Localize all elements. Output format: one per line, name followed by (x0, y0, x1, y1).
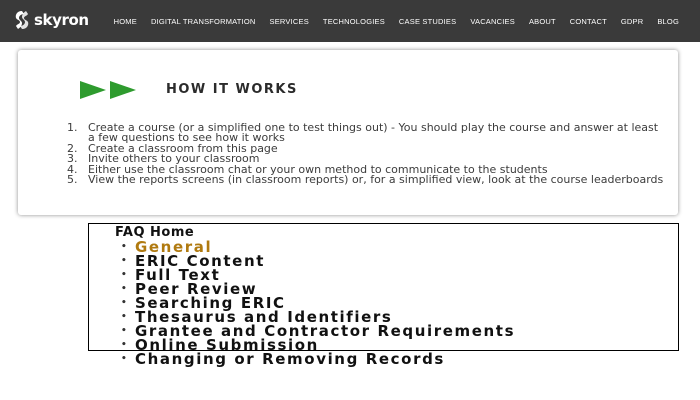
arrow-right-icon (110, 81, 136, 99)
nav-case-studies[interactable]: CASE STUDIES (399, 17, 456, 26)
faq-panel: FAQ Home General ERIC Content Full Text … (115, 226, 605, 367)
how-it-works-title: HOW IT WORKS (166, 82, 298, 97)
step-item: 5. View the reports screens (in classroo… (67, 173, 667, 187)
nav-technologies[interactable]: TECHNOLOGIES (323, 17, 385, 26)
main-nav: HOME DIGITAL TRANSFORMATION SERVICES TEC… (114, 0, 679, 42)
nav-home[interactable]: HOME (114, 17, 137, 26)
nav-digital-transformation[interactable]: DIGITAL TRANSFORMATION (151, 17, 256, 26)
step-item: 1. Create a course (or a simplified one … (67, 121, 667, 145)
arrow-left-icon (80, 81, 106, 99)
brand-name: skyron (34, 11, 89, 29)
faq-list: General ERIC Content Full Text Peer Revi… (115, 240, 605, 367)
double-arrow-icon (80, 81, 136, 99)
nav-gdpr[interactable]: GDPR (621, 17, 643, 26)
nav-blog[interactable]: BLOG (657, 17, 679, 26)
skyron-logo-icon (15, 11, 29, 29)
nav-services[interactable]: SERVICES (270, 17, 309, 26)
top-navbar: skyron HOME DIGITAL TRANSFORMATION SERVI… (0, 0, 700, 42)
step-number: 5. (67, 173, 78, 187)
nav-about[interactable]: ABOUT (529, 17, 556, 26)
step-number: 1. (67, 121, 78, 134)
faq-link-changing-removing[interactable]: Changing or Removing Records (115, 352, 585, 367)
nav-contact[interactable]: CONTACT (570, 17, 607, 26)
nav-vacancies[interactable]: VACANCIES (470, 17, 515, 26)
brand-logo[interactable]: skyron (13, 9, 89, 31)
how-it-works-steps: 1. Create a course (or a simplified one … (67, 121, 667, 187)
step-text: View the reports screens (in classroom r… (88, 173, 664, 187)
step-text: Create a course (or a simplified one to … (88, 121, 659, 145)
